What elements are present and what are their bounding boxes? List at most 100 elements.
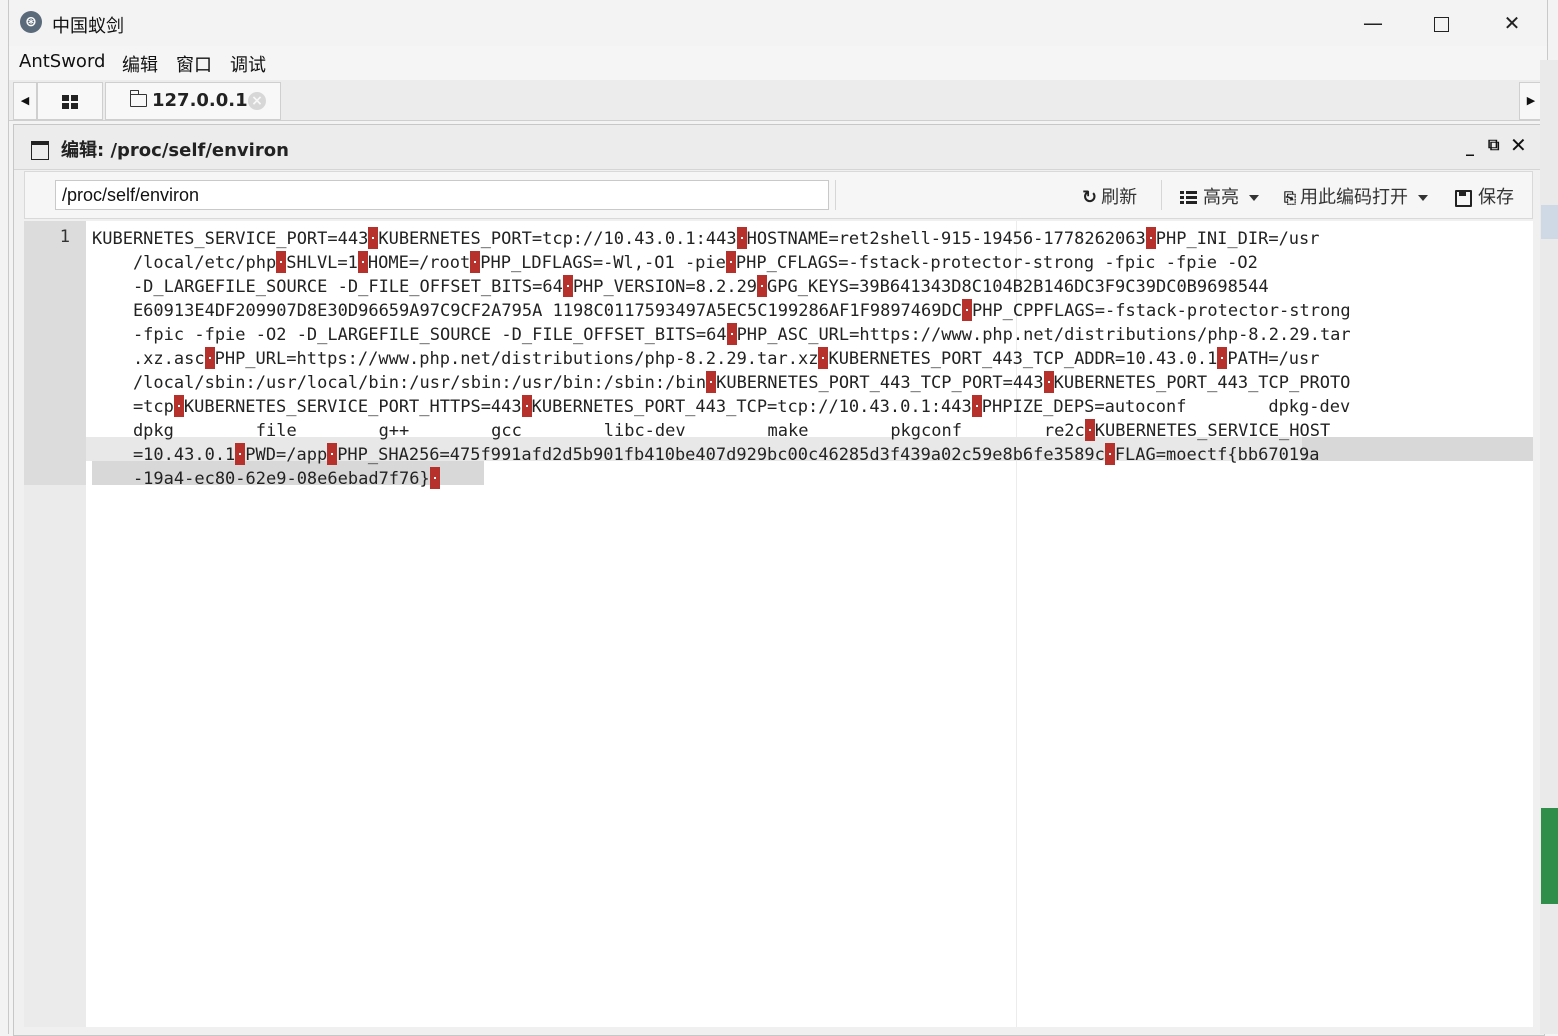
path-input[interactable] <box>55 180 829 210</box>
menu-window[interactable]: 窗口 <box>174 51 214 77</box>
code-segment: dpkg file g++ gcc libc-dev make pkgconf … <box>92 421 1085 441</box>
outer-scrollbar-thumb[interactable] <box>1541 205 1558 239</box>
refresh-icon: ↻ <box>1082 187 1098 208</box>
null-byte-marker <box>961 299 972 321</box>
null-byte-marker <box>368 227 379 249</box>
code-segment: KUBERNETES_SERVICE_PORT_HTTPS=443 <box>183 397 522 417</box>
panel-minimize-button[interactable]: _ <box>1466 137 1474 156</box>
code-segment: KUBERNETES_SERVICE_HOST <box>1094 421 1331 441</box>
null-byte-marker <box>726 323 737 345</box>
code-editor[interactable]: 1 KUBERNETES_SERVICE_PORT=443 KUBERNETES_… <box>24 221 1533 1027</box>
code-segment: PHP_CFLAGS=-fstack-protector-strong -fpi… <box>735 253 1258 273</box>
file-content[interactable]: KUBERNETES_SERVICE_PORT=443 KUBERNETES_PO… <box>92 227 1532 491</box>
menu-antsword[interactable]: AntSword <box>17 51 107 72</box>
null-byte-marker <box>1084 419 1095 441</box>
code-line: -D_LARGEFILE_SOURCE -D_FILE_OFFSET_BITS=… <box>92 275 1532 299</box>
code-segment: SHLVL=1 <box>286 253 358 273</box>
null-byte-marker <box>470 251 481 273</box>
outer-side-widget <box>1541 808 1558 904</box>
encoding-icon: ⎘ <box>1284 189 1297 207</box>
refresh-button[interactable]: ↻ 刷新 <box>1082 183 1137 209</box>
code-segment: PWD=/app <box>245 445 328 465</box>
code-segment: PHP_VERSION=8.2.29 <box>572 277 758 297</box>
toolbar-divider <box>835 180 836 210</box>
code-segment: -fpic -fpie -O2 -D_LARGEFILE_SOURCE -D_F… <box>92 325 727 345</box>
tab-bar: ◀ 127.0.0.1 × ▶ <box>9 80 1547 121</box>
null-byte-marker <box>725 251 736 273</box>
null-byte-marker <box>818 347 829 369</box>
code-segment: =tcp <box>92 397 174 417</box>
code-segment: .xz.asc <box>92 349 205 369</box>
tab-home[interactable] <box>37 82 103 120</box>
tab-close-icon[interactable]: × <box>248 92 266 110</box>
code-segment: E60913E4DF209907D8E30D96659A97C9CF2A795A… <box>92 301 962 321</box>
app-window: ⊛ 中国蚁剑 — ✕ AntSword 编辑 窗口 调试 ◀ 127.0.0.1… <box>8 0 1548 1036</box>
null-byte-marker <box>971 395 982 417</box>
null-byte-marker <box>736 227 747 249</box>
code-segment: HOSTNAME=ret2shell-915-19456-1778262063 <box>746 229 1146 249</box>
null-byte-marker <box>327 443 338 465</box>
toolbar-divider <box>1161 180 1162 210</box>
null-byte-marker <box>706 371 717 393</box>
code-segment: PHP_ASC_URL=https://www.php.net/distribu… <box>736 325 1351 345</box>
null-byte-marker <box>1145 227 1156 249</box>
save-button[interactable]: 保存 <box>1455 183 1514 209</box>
maximize-button[interactable] <box>1407 0 1475 46</box>
code-segment: PHP_CPPFLAGS=-fstack-protector-strong <box>971 301 1351 321</box>
list-icon <box>1180 191 1197 205</box>
null-byte-marker <box>1217 347 1228 369</box>
code-line: =tcp KUBERNETES_SERVICE_PORT_HTTPS=443 KUB… <box>92 395 1532 419</box>
null-byte-marker <box>276 251 287 273</box>
chevron-down-icon <box>1249 195 1259 201</box>
panel-restore-button[interactable]: ⧉ <box>1488 135 1499 155</box>
panel-close-button[interactable]: ✕ <box>1510 133 1527 157</box>
null-byte-marker <box>235 443 246 465</box>
code-segment: =10.43.0.1 <box>92 445 236 465</box>
code-line: -fpic -fpie -O2 -D_LARGEFILE_SOURCE -D_F… <box>92 323 1532 347</box>
minimize-button[interactable]: — <box>1339 0 1407 46</box>
editor-toolbar: ↻刷新 高亮 ⎘用此编码打开 保存 <box>24 171 1533 219</box>
grid-icon <box>62 94 78 109</box>
window-title: 中国蚁剑 <box>52 16 124 37</box>
code-segment: -D_LARGEFILE_SOURCE -D_FILE_OFFSET_BITS=… <box>92 277 563 297</box>
code-segment: KUBERNETES_PORT_443_TCP_PROTO <box>1053 373 1351 393</box>
line-number: 1 <box>59 227 70 247</box>
code-line: /local/etc/php SHLVL=1 HOME=/root PHP_LDFLA… <box>92 251 1532 275</box>
tab-scroll-left-button[interactable]: ◀ <box>13 82 37 120</box>
null-byte-marker <box>1104 443 1115 465</box>
code-segment: KUBERNETES_PORT=tcp://10.43.0.1:443 <box>378 229 737 249</box>
code-segment: KUBERNETES_PORT_443_TCP=tcp://10.43.0.1:… <box>531 397 972 417</box>
code-line: E60913E4DF209907D8E30D96659A97C9CF2A795A… <box>92 299 1532 323</box>
save-icon <box>1455 189 1472 207</box>
code-line: KUBERNETES_SERVICE_PORT=443 KUBERNETES_PO… <box>92 227 1532 251</box>
code-segment: PATH=/usr <box>1227 349 1320 369</box>
menu-bar: AntSword 编辑 窗口 调试 <box>9 46 1547 81</box>
highlight-dropdown[interactable]: 高亮 <box>1180 183 1259 209</box>
code-segment: FLAG=moectf{bb67019a <box>1114 445 1320 465</box>
code-segment: HOME=/root <box>367 253 471 273</box>
code-segment: PHP_SHA256=475f991afd2d5b901fb410be407d9… <box>337 445 1105 465</box>
code-segment: KUBERNETES_PORT_443_TCP_PORT=443 <box>716 373 1044 393</box>
code-line: =10.43.0.1 PWD=/app PHP_SHA256=475f991afd2… <box>92 443 1532 467</box>
null-byte-marker <box>429 467 440 489</box>
code-segment: /local/etc/php <box>92 253 277 273</box>
code-segment: PHPIZE_DEPS=autoconf dpkg-dev <box>981 397 1351 417</box>
null-byte-marker <box>757 275 768 297</box>
tab-host[interactable]: 127.0.0.1 × <box>105 82 281 120</box>
antsword-icon: ⊛ <box>20 11 42 33</box>
window-icon <box>31 141 49 160</box>
panel-title: 编辑: /proc/self/environ <box>61 140 289 161</box>
null-byte-marker <box>204 347 215 369</box>
code-segment: /local/sbin:/usr/local/bin:/usr/sbin:/us… <box>92 373 707 393</box>
code-segment: PHP_INI_DIR=/usr <box>1155 229 1320 249</box>
editor-panel: 编辑: /proc/self/environ _ ⧉ ✕ ↻刷新 高亮 ⎘用此编… <box>13 124 1545 1036</box>
null-byte-marker <box>173 395 184 417</box>
code-line: -19a4-ec80-62e9-08e6ebad7f76} <box>92 467 1532 491</box>
menu-debug[interactable]: 调试 <box>228 51 268 77</box>
code-segment: PHP_URL=https://www.php.net/distribution… <box>214 349 819 369</box>
close-button[interactable]: ✕ <box>1478 0 1546 46</box>
menu-edit[interactable]: 编辑 <box>120 51 160 77</box>
null-byte-marker <box>1043 371 1054 393</box>
code-segment: KUBERNETES_SERVICE_PORT=443 <box>92 229 369 249</box>
encoding-dropdown[interactable]: ⎘ 用此编码打开 <box>1284 183 1429 209</box>
